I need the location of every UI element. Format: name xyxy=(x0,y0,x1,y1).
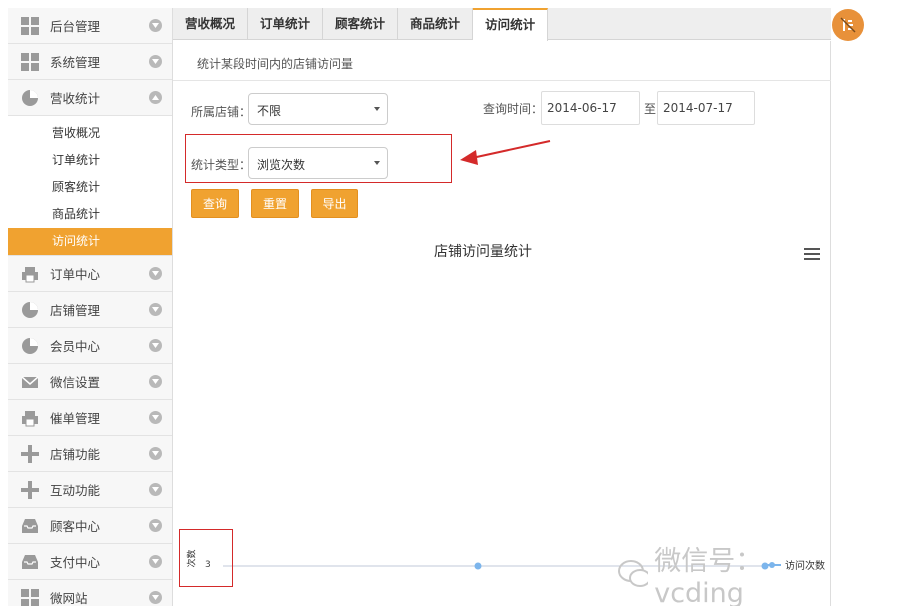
page: 后台管理 系统管理 营收统计 营收概况 订单统计 顾客统计 商品统计 访问统计 xyxy=(0,0,900,606)
annotation-arrow xyxy=(460,140,551,165)
